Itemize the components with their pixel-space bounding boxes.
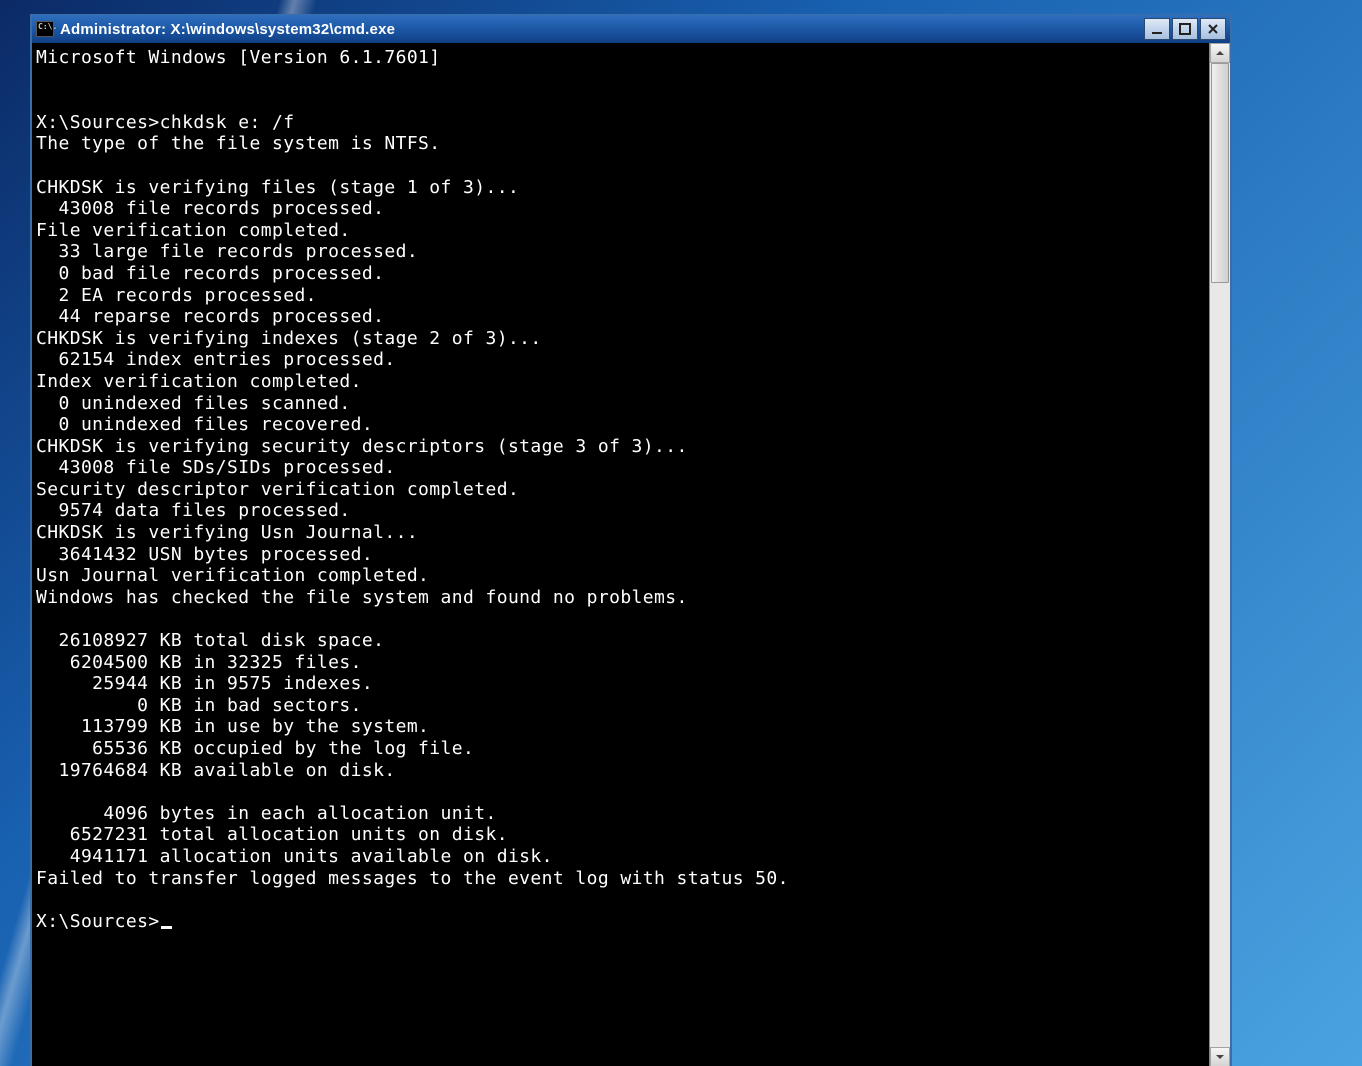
chevron-up-icon <box>1215 48 1225 58</box>
terminal-line: 3641432 USN bytes processed. <box>36 544 1209 566</box>
terminal-prompt[interactable]: X:\Sources> <box>36 911 1209 933</box>
terminal-line <box>36 69 1209 91</box>
terminal-line: Failed to transfer logged messages to th… <box>36 868 1209 890</box>
minimize-icon <box>1151 23 1163 35</box>
terminal-line: 4941171 allocation units available on di… <box>36 846 1209 868</box>
terminal-line <box>36 90 1209 112</box>
terminal-line: 0 unindexed files scanned. <box>36 393 1209 415</box>
terminal-line: 62154 index entries processed. <box>36 349 1209 371</box>
vertical-scrollbar[interactable] <box>1209 43 1230 1066</box>
terminal-output[interactable]: Microsoft Windows [Version 6.1.7601] X:\… <box>32 43 1209 1066</box>
terminal-line <box>36 608 1209 630</box>
terminal-line: CHKDSK is verifying indexes (stage 2 of … <box>36 328 1209 350</box>
close-button[interactable] <box>1200 18 1226 40</box>
terminal-line: 33 large file records processed. <box>36 241 1209 263</box>
terminal-line: 43008 file SDs/SIDs processed. <box>36 457 1209 479</box>
terminal-line: 65536 KB occupied by the log file. <box>36 738 1209 760</box>
terminal-line: Microsoft Windows [Version 6.1.7601] <box>36 47 1209 69</box>
terminal-line: CHKDSK is verifying Usn Journal... <box>36 522 1209 544</box>
terminal-line: Usn Journal verification completed. <box>36 565 1209 587</box>
terminal-line: Security descriptor verification complet… <box>36 479 1209 501</box>
maximize-icon <box>1179 23 1191 35</box>
terminal-line: 9574 data files processed. <box>36 500 1209 522</box>
scrollbar-thumb[interactable] <box>1211 63 1229 283</box>
terminal-line: CHKDSK is verifying security descriptors… <box>36 436 1209 458</box>
cmd-icon[interactable]: C:\. <box>36 21 54 37</box>
scroll-up-button[interactable] <box>1210 43 1230 63</box>
desktop-background: C:\. Administrator: X:\windows\system32\… <box>0 0 1362 1066</box>
terminal-line: 6527231 total allocation units on disk. <box>36 824 1209 846</box>
terminal-line: 44 reparse records processed. <box>36 306 1209 328</box>
terminal-line: 113799 KB in use by the system. <box>36 716 1209 738</box>
terminal-line: 19764684 KB available on disk. <box>36 760 1209 782</box>
window-controls <box>1144 18 1226 40</box>
cursor <box>161 926 172 929</box>
maximize-button[interactable] <box>1172 18 1198 40</box>
prompt-text: X:\Sources> <box>36 911 160 932</box>
terminal-line: 4096 bytes in each allocation unit. <box>36 803 1209 825</box>
terminal-line: Index verification completed. <box>36 371 1209 393</box>
cmd-window: C:\. Administrator: X:\windows\system32\… <box>30 14 1232 1066</box>
terminal-line: 6204500 KB in 32325 files. <box>36 652 1209 674</box>
terminal-line <box>36 781 1209 803</box>
terminal-line: Windows has checked the file system and … <box>36 587 1209 609</box>
terminal-line: CHKDSK is verifying files (stage 1 of 3)… <box>36 177 1209 199</box>
scrollbar-track[interactable] <box>1210 63 1230 1047</box>
terminal-line: 26108927 KB total disk space. <box>36 630 1209 652</box>
terminal-line: X:\Sources>chkdsk e: /f <box>36 112 1209 134</box>
window-title: Administrator: X:\windows\system32\cmd.e… <box>60 21 1144 38</box>
terminal-line: The type of the file system is NTFS. <box>36 133 1209 155</box>
client-area: Microsoft Windows [Version 6.1.7601] X:\… <box>32 43 1230 1066</box>
chevron-down-icon <box>1215 1052 1225 1062</box>
terminal-line: 2 EA records processed. <box>36 285 1209 307</box>
terminal-line: 0 KB in bad sectors. <box>36 695 1209 717</box>
terminal-line <box>36 155 1209 177</box>
titlebar[interactable]: C:\. Administrator: X:\windows\system32\… <box>32 15 1230 43</box>
close-icon <box>1207 23 1219 35</box>
terminal-line: File verification completed. <box>36 220 1209 242</box>
terminal-line: 25944 KB in 9575 indexes. <box>36 673 1209 695</box>
terminal-line: 0 unindexed files recovered. <box>36 414 1209 436</box>
scroll-down-button[interactable] <box>1210 1047 1230 1066</box>
terminal-line <box>36 889 1209 911</box>
minimize-button[interactable] <box>1144 18 1170 40</box>
terminal-line: 0 bad file records processed. <box>36 263 1209 285</box>
terminal-line: 43008 file records processed. <box>36 198 1209 220</box>
